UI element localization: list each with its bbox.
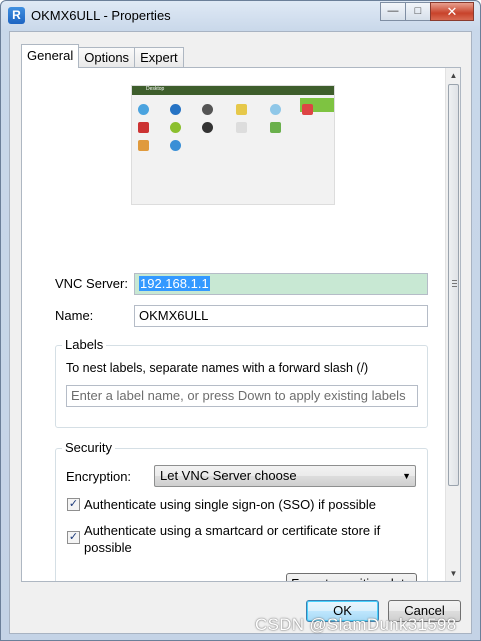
preview-app-icon bbox=[302, 104, 313, 115]
preview-app-icon bbox=[236, 104, 247, 115]
sso-label: Authenticate using single sign-on (SSO) … bbox=[84, 497, 376, 512]
preview-app-icon bbox=[170, 140, 181, 151]
grip-icon bbox=[452, 280, 457, 287]
preview-app-icon bbox=[270, 104, 281, 115]
title-bar[interactable]: R OKMX6ULL - Properties — □ ✕ bbox=[1, 1, 480, 31]
scrollbar-thumb[interactable] bbox=[448, 84, 459, 486]
sso-checkbox[interactable]: ✓ bbox=[67, 498, 80, 511]
dialog-client-area: General Options Expert Desktop VNC Serve… bbox=[9, 31, 472, 634]
chevron-down-icon: ▼ bbox=[402, 471, 411, 481]
vnc-server-value: 192.168.1.1 bbox=[139, 276, 210, 291]
security-group-title: Security bbox=[62, 440, 115, 455]
scroll-up-icon[interactable]: ▲ bbox=[446, 68, 461, 83]
properties-window: R OKMX6ULL - Properties — □ ✕ General Op… bbox=[0, 0, 481, 641]
preview-taskbar: Desktop bbox=[132, 86, 334, 95]
preview-app-icon bbox=[138, 104, 149, 115]
vertical-scrollbar[interactable]: ▲ ▼ bbox=[445, 68, 460, 581]
security-group: Security Encryption: Let VNC Server choo… bbox=[55, 440, 428, 581]
encryption-label: Encryption: bbox=[66, 469, 132, 484]
name-label: Name: bbox=[55, 308, 94, 323]
watermark-text: CSDN @SlamDunk31598 bbox=[255, 615, 457, 634]
preview-app-icon bbox=[202, 104, 213, 115]
preview-app-icon bbox=[270, 122, 281, 133]
close-button[interactable]: ✕ bbox=[430, 2, 474, 21]
preview-app-icon bbox=[138, 122, 149, 133]
preview-app-icon bbox=[170, 122, 181, 133]
tab-general[interactable]: General bbox=[21, 44, 80, 68]
smartcard-label-line2: possible bbox=[84, 540, 132, 555]
scroll-content: Desktop VNC Server: 192.168.1.1 Name: OK… bbox=[22, 68, 446, 581]
tab-expert[interactable]: Expert bbox=[134, 47, 184, 68]
preview-app-icon bbox=[170, 104, 181, 115]
smartcard-checkbox[interactable]: ✓ bbox=[67, 531, 80, 544]
scroll-down-icon[interactable]: ▼ bbox=[446, 566, 461, 581]
maximize-button[interactable]: □ bbox=[405, 2, 431, 21]
name-field[interactable]: OKMX6ULL bbox=[134, 305, 428, 327]
forget-sensitive-data-button[interactable]: Forget sensitive data bbox=[286, 573, 417, 581]
desktop-preview-image: Desktop bbox=[131, 85, 335, 205]
general-tab-panel: Desktop VNC Server: 192.168.1.1 Name: OK… bbox=[21, 67, 461, 582]
preview-app-icon bbox=[202, 122, 213, 133]
tab-options[interactable]: Options bbox=[78, 47, 136, 68]
preview-app-icon bbox=[236, 122, 247, 133]
labels-group-title: Labels bbox=[62, 337, 107, 352]
label-input[interactable]: Enter a label name, or press Down to app… bbox=[66, 385, 418, 407]
preview-app-icon bbox=[138, 140, 149, 151]
label-input-placeholder: Enter a label name, or press Down to app… bbox=[71, 388, 406, 403]
minimize-button[interactable]: — bbox=[380, 2, 406, 21]
vnc-server-label: VNC Server: bbox=[55, 276, 128, 291]
preview-bar-title: Desktop bbox=[146, 86, 165, 92]
labels-group: Labels To nest labels, separate names wi… bbox=[55, 337, 428, 428]
smartcard-label-line1: Authenticate using a smartcard or certif… bbox=[84, 523, 381, 538]
vnc-server-field[interactable]: 192.168.1.1 bbox=[134, 273, 428, 295]
tab-strip: General Options Expert bbox=[21, 44, 184, 68]
encryption-selected-value: Let VNC Server choose bbox=[160, 468, 297, 483]
encryption-select[interactable]: Let VNC Server choose ▼ bbox=[154, 465, 416, 487]
labels-description: To nest labels, separate names with a fo… bbox=[66, 361, 369, 375]
window-title: OKMX6ULL - Properties bbox=[31, 8, 171, 23]
app-logo-icon: R bbox=[8, 7, 25, 24]
